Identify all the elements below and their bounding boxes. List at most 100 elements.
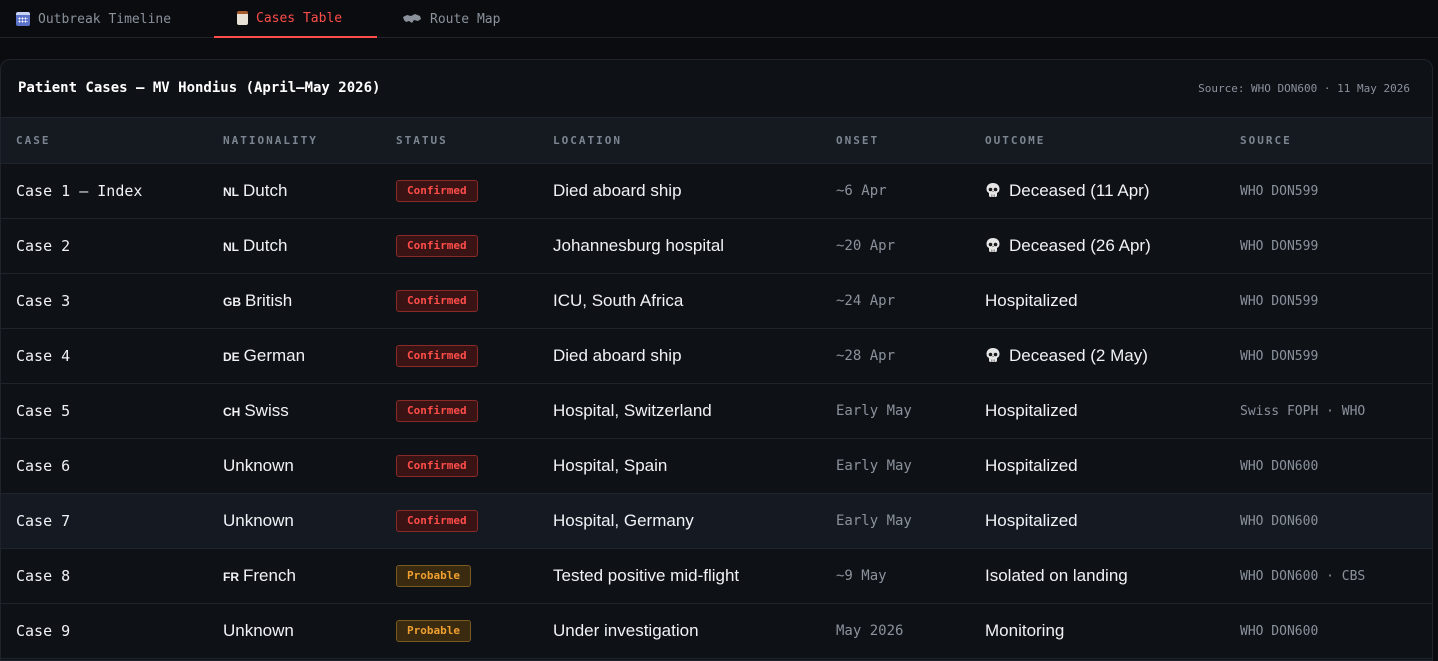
- column-header-outcome[interactable]: OUTCOME: [985, 117, 1240, 164]
- nationality-label: German: [243, 346, 306, 365]
- status-badge: Confirmed: [396, 510, 478, 532]
- case-cell: Case 2: [16, 237, 71, 255]
- location-cell: Tested positive mid-flight: [553, 566, 740, 585]
- status-cell: Confirmed: [396, 494, 553, 549]
- outcome-cell: Deceased (2 May): [985, 329, 1240, 384]
- table-row[interactable]: Case 8 FR French Probable Tested positive mi…: [1, 549, 1432, 604]
- status-cell: Confirmed: [396, 274, 553, 329]
- outcome-label: Monitoring: [985, 621, 1065, 640]
- tab-cases-table[interactable]: Cases Table: [214, 0, 377, 38]
- table-row[interactable]: Case 1 — Index NL Dutch Confirmed Died aboar…: [1, 164, 1432, 219]
- nationality-cell: NL Dutch: [223, 219, 396, 274]
- column-header-case[interactable]: CASE: [1, 117, 223, 164]
- status-badge: Confirmed: [396, 290, 478, 312]
- source-cell: WHO DON600: [1240, 458, 1319, 474]
- status-cell: Confirmed: [396, 439, 553, 494]
- nationality-label: French: [243, 566, 296, 585]
- case-cell: Case 3: [16, 292, 71, 310]
- nationality-cell: NL Dutch: [223, 164, 396, 219]
- cases-panel: Patient Cases — MV Hondius (April–May 20…: [0, 59, 1433, 661]
- country-code-flag: NL: [223, 185, 239, 199]
- onset-cell: ~28 Apr: [836, 348, 896, 364]
- location-cell: Died aboard ship: [553, 346, 682, 365]
- tab-bar: Outbreak Timeline Cases Table Route Map: [0, 0, 1438, 38]
- status-badge: Confirmed: [396, 455, 478, 477]
- onset-cell: Early May: [836, 403, 912, 419]
- tab-route-map[interactable]: Route Map: [402, 0, 500, 38]
- case-cell: Case 5: [16, 402, 71, 420]
- source-cell: WHO DON600: [1240, 513, 1319, 529]
- location-cell: ICU, South Africa: [553, 291, 684, 310]
- case-cell: Case 4: [16, 347, 71, 365]
- onset-cell: ~24 Apr: [836, 293, 896, 309]
- outcome-cell: Deceased (11 Apr): [985, 164, 1240, 219]
- tab-label: Cases Table: [256, 10, 343, 26]
- table-row[interactable]: Case 7 Unknown Confirmed Hospital, Germany E…: [1, 493, 1432, 549]
- onset-cell: Early May: [836, 458, 912, 474]
- nationality-label: Unknown: [223, 511, 294, 530]
- outcome-label: Deceased (2 May): [1009, 346, 1148, 365]
- table-header-row: CASE NATIONALITY STATUS LOCATION ONSET O…: [1, 117, 1432, 164]
- nationality-cell: DE German: [223, 329, 396, 384]
- nationality-label: Swiss: [244, 401, 289, 420]
- tab-outbreak-timeline[interactable]: Outbreak Timeline: [16, 0, 171, 38]
- onset-cell: May 2026: [836, 623, 904, 639]
- outcome-cell: Hospitalized: [985, 384, 1240, 439]
- outcome-cell: Hospitalized: [985, 274, 1240, 329]
- skull-icon: [985, 182, 1001, 198]
- table-row[interactable]: Case 2 NL Dutch Confirmed Johannesburg hospi…: [1, 219, 1432, 274]
- nationality-cell: Unknown: [223, 439, 396, 494]
- nationality-label: Unknown: [223, 621, 294, 640]
- column-header-status[interactable]: STATUS: [396, 117, 553, 164]
- nationality-cell: Unknown: [223, 494, 396, 549]
- tab-label: Route Map: [430, 11, 501, 27]
- nationality-label: Unknown: [223, 456, 294, 475]
- outcome-cell: Deceased (26 Apr): [985, 219, 1240, 274]
- outcome-label: Hospitalized: [985, 456, 1078, 475]
- source-cell: WHO DON599: [1240, 183, 1319, 199]
- country-code-flag: GB: [223, 295, 241, 309]
- column-header-source[interactable]: SOURCE: [1240, 117, 1432, 164]
- nationality-cell: CH Swiss: [223, 384, 396, 439]
- outcome-cell: Hospitalized: [985, 439, 1240, 494]
- column-header-onset[interactable]: ONSET: [836, 117, 985, 164]
- location-cell: Hospital, Germany: [553, 511, 694, 530]
- outcome-label: Hospitalized: [985, 291, 1078, 310]
- map-icon: [402, 13, 422, 25]
- table-row[interactable]: Case 6 Unknown Confirmed Hospital, Spain Ear…: [1, 439, 1432, 494]
- onset-cell: ~6 Apr: [836, 183, 887, 199]
- source-cell: Swiss FOPH · WHO: [1240, 403, 1366, 419]
- status-badge: Confirmed: [396, 235, 478, 257]
- panel-title: Patient Cases — MV Hondius (April–May 20…: [18, 80, 381, 96]
- status-badge: Confirmed: [396, 400, 478, 422]
- status-cell: Probable: [396, 604, 553, 659]
- clipboard-icon: [237, 11, 248, 25]
- table-row[interactable]: Case 9 Unknown Probable Under investigation…: [1, 604, 1432, 659]
- calendar-icon: [16, 12, 30, 26]
- status-badge: Probable: [396, 620, 471, 642]
- column-header-nationality[interactable]: NATIONALITY: [223, 117, 396, 164]
- country-code-flag: NL: [223, 240, 239, 254]
- outcome-label: Hospitalized: [985, 511, 1078, 530]
- country-code-flag: CH: [223, 405, 241, 419]
- cases-table: CASE NATIONALITY STATUS LOCATION ONSET O…: [1, 117, 1432, 659]
- nationality-cell: Unknown: [223, 604, 396, 659]
- case-cell: Case 8: [16, 567, 71, 585]
- location-cell: Hospital, Switzerland: [553, 401, 712, 420]
- table-row[interactable]: Case 5 CH Swiss Confirmed Hospital, Switzerl…: [1, 384, 1432, 439]
- location-cell: Under investigation: [553, 621, 699, 640]
- status-cell: Confirmed: [396, 329, 553, 384]
- nationality-cell: FR French: [223, 549, 396, 604]
- panel-header: Patient Cases — MV Hondius (April–May 20…: [1, 60, 1432, 117]
- table-row[interactable]: Case 3 GB British Confirmed ICU, South Afric…: [1, 274, 1432, 329]
- location-cell: Died aboard ship: [553, 181, 682, 200]
- column-header-location[interactable]: LOCATION: [553, 117, 836, 164]
- nationality-label: Dutch: [243, 236, 288, 255]
- onset-cell: ~9 May: [836, 568, 887, 584]
- skull-icon: [985, 237, 1001, 253]
- table-row[interactable]: Case 4 DE German Confirmed Died aboard ship ~…: [1, 329, 1432, 384]
- source-cell: WHO DON599: [1240, 238, 1319, 254]
- source-cell: WHO DON600 · CBS: [1240, 568, 1366, 584]
- nationality-cell: GB British: [223, 274, 396, 329]
- case-cell: Case 9: [16, 622, 71, 640]
